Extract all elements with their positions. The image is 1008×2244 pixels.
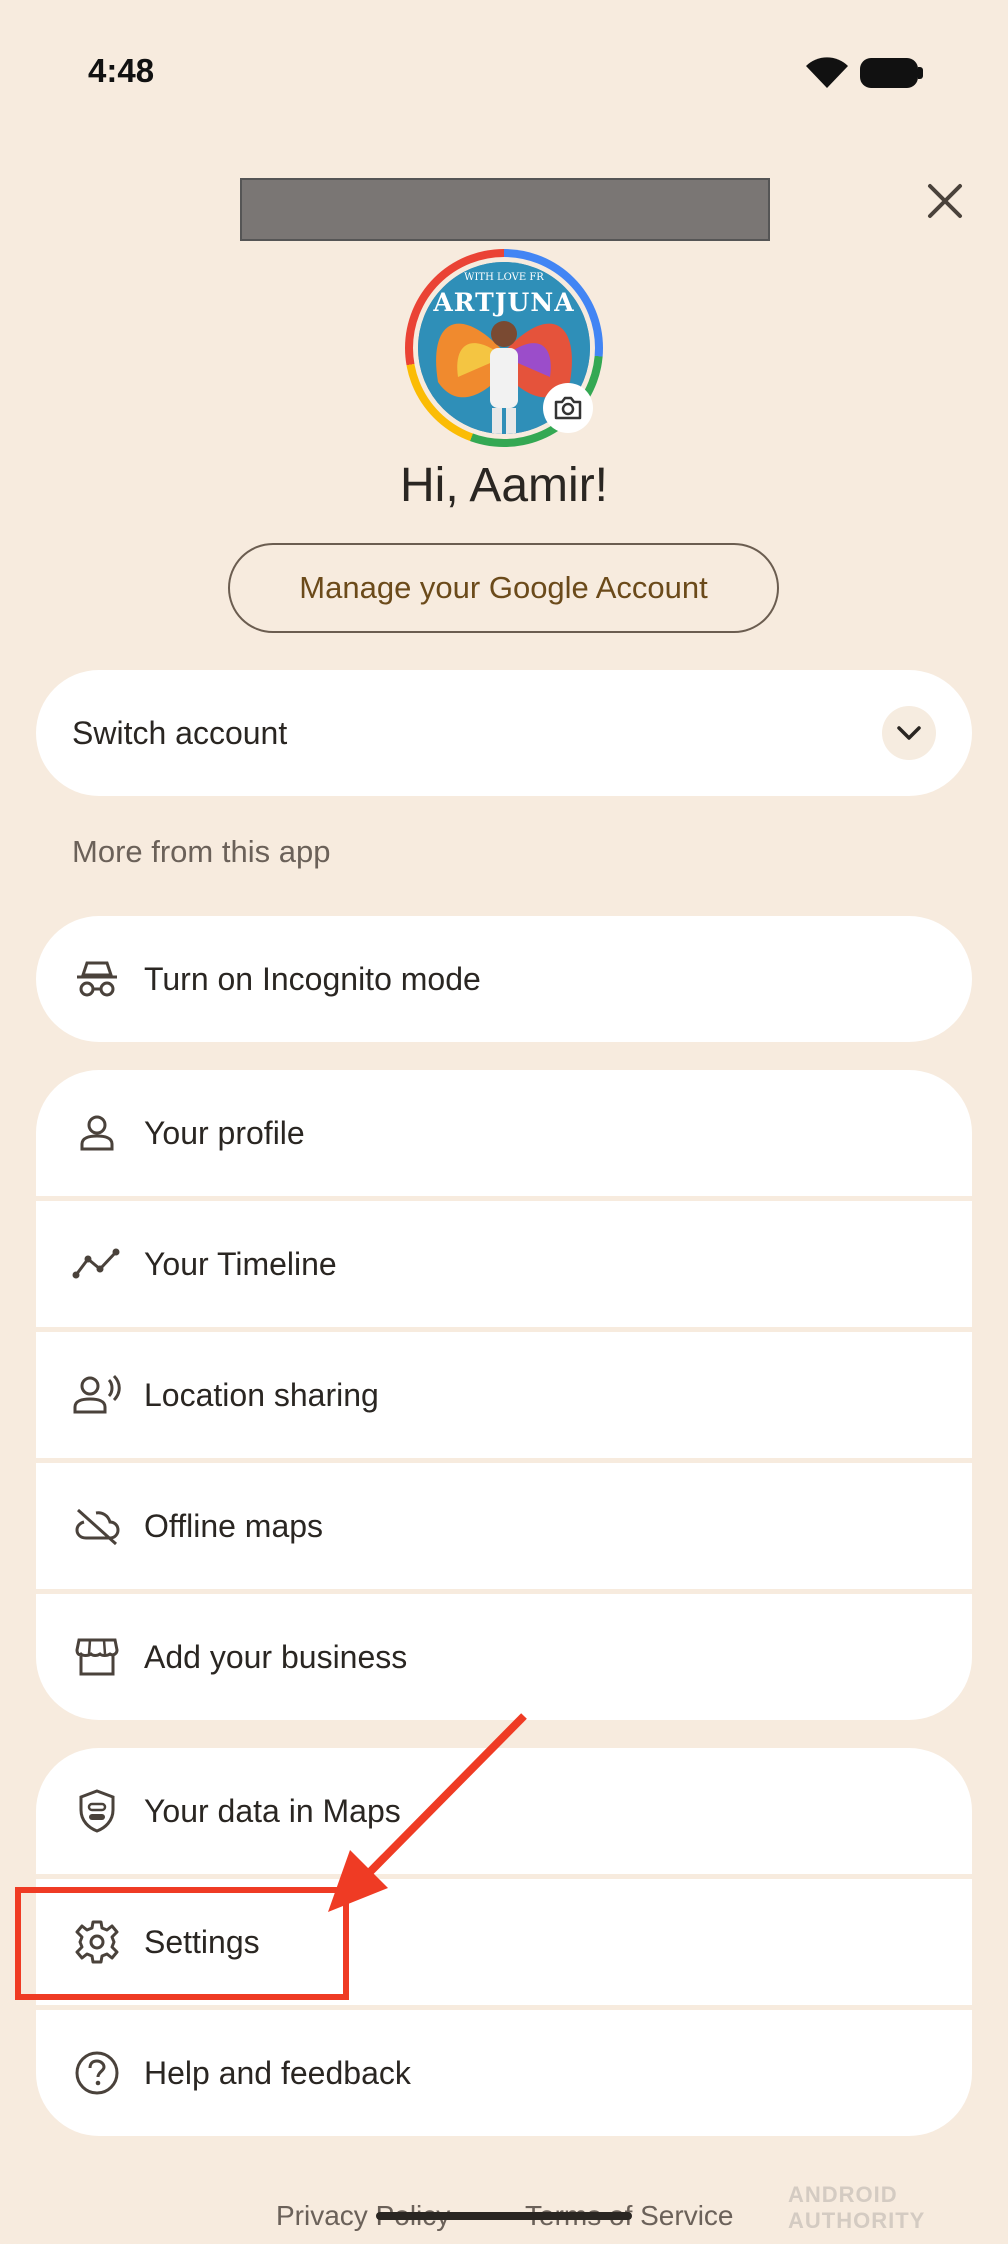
menu-item-label: Add your business [144, 1638, 408, 1675]
battery-tip [918, 67, 923, 79]
person-icon [72, 1108, 122, 1158]
help-icon [72, 2048, 122, 2098]
menu-item-label: Your Timeline [144, 1245, 337, 1282]
close-icon [928, 184, 962, 218]
avatar-caption-small: WITH LOVE FR [464, 272, 544, 283]
greeting: Hi, Aamir! [399, 459, 609, 512]
location-sharing-icon [72, 1370, 122, 1420]
redacted-account-email [240, 178, 770, 241]
timeline-icon [72, 1239, 122, 1289]
wifi-icon [806, 56, 848, 95]
menu-item-your-data[interactable]: Your data in Maps [36, 1748, 972, 1874]
camera-icon [554, 396, 582, 420]
menu-item-label: Turn on Incognito mode [144, 960, 481, 997]
switch-account-label: Switch account [72, 714, 288, 751]
cloud-off-icon [72, 1501, 122, 1551]
avatar-caption: ARTJUNA [433, 288, 575, 317]
menu-item-label: Location sharing [144, 1376, 379, 1413]
menu-item-label: Offline maps [144, 1507, 324, 1544]
menu-item-location-sharing[interactable]: Location sharing [36, 1332, 972, 1458]
expand-accounts-button[interactable] [882, 706, 936, 760]
status-time: 4:48 [88, 52, 155, 89]
status-bar: 4:48 [0, 0, 1008, 150]
close-button[interactable] [920, 176, 970, 226]
menu-item-label: Help and feedback [144, 2054, 411, 2091]
watermark: ANDROID AUTHORITY [788, 2182, 926, 2233]
menu-item-offline-maps[interactable]: Offline maps [36, 1463, 972, 1589]
menu-item-incognito[interactable]: Turn on Incognito mode [36, 916, 972, 1042]
menu-item-help[interactable]: Help and feedback [36, 2010, 972, 2136]
menu-item-label: Your data in Maps [144, 1792, 401, 1829]
switch-account-row[interactable]: Switch account [36, 670, 972, 796]
menu-item-your-profile[interactable]: Your profile [36, 1070, 972, 1196]
manage-account-button[interactable]: Manage your Google Account [228, 543, 779, 633]
menu-item-label: Your profile [144, 1114, 305, 1151]
menu-item-add-business[interactable]: Add your business [36, 1594, 972, 1720]
home-indicator[interactable] [376, 2212, 632, 2220]
section-title: More from this app [72, 834, 331, 869]
battery-icon [860, 58, 918, 88]
shield-icon [72, 1786, 122, 1836]
storefront-icon [72, 1632, 122, 1682]
settings-highlight-box [15, 1887, 349, 2000]
change-photo-button[interactable] [543, 383, 593, 433]
menu-item-your-timeline[interactable]: Your Timeline [36, 1201, 972, 1327]
chevron-down-icon [897, 726, 921, 740]
incognito-icon [72, 954, 122, 1004]
